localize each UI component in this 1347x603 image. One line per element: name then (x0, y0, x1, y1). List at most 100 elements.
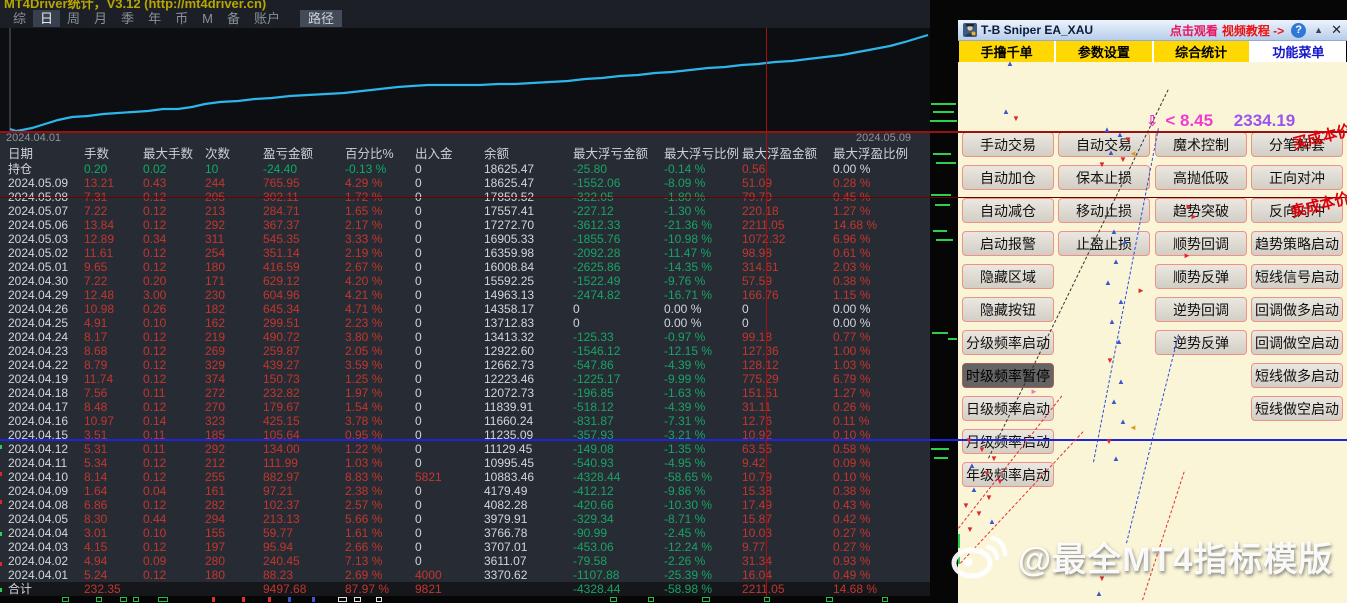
price-level-dash (930, 120, 957, 122)
column-header: 次数 (205, 147, 230, 161)
ea-button-r8c3[interactable]: 短线做空启动 (1251, 396, 1343, 421)
table-cell: -1855.76 (573, 232, 620, 246)
table-cell: 1.61 % (345, 526, 382, 540)
tab-1[interactable]: 参数设置 (1056, 41, 1151, 62)
table-row: 2024.05.077.220.12213284.711.65 %017557.… (0, 204, 930, 218)
candle-sliver (120, 597, 127, 602)
ea-button-r0c2[interactable]: 魔术控制 (1155, 132, 1247, 157)
price-down-arrow-icon: ⇩ (1146, 113, 1159, 130)
table-cell: 0.12 (143, 400, 166, 414)
menu-item-6[interactable]: 币 (168, 10, 195, 27)
ea-button-r5c2[interactable]: 逆势回调 (1155, 297, 1247, 322)
video-tutorial-link[interactable]: 视频教程 -> (1222, 22, 1284, 39)
table-cell: 2024.05.07 (8, 204, 68, 218)
table-cell: 0.12 (143, 260, 166, 274)
menu-item-4[interactable]: 季 (114, 10, 141, 27)
table-cell: 439.27 (263, 358, 300, 372)
column-header: 盈亏金额 (263, 147, 313, 161)
ea-button-r5c3[interactable]: 回调做多启动 (1251, 297, 1343, 322)
ea-button-r4c0[interactable]: 隐藏区域 (962, 264, 1054, 289)
close-icon[interactable]: ✕ (1331, 22, 1342, 38)
table-cell: 0 (742, 316, 749, 330)
table-cell: 0 (415, 414, 422, 428)
trade-arrow-icon: ► (1190, 213, 1198, 221)
table-cell: 150.73 (263, 372, 300, 386)
menu-item-0[interactable]: 综 (6, 10, 33, 27)
table-cell: -1.35 % (664, 442, 705, 456)
table-cell: 51.09 (742, 176, 772, 190)
ea-button-r3c0[interactable]: 启动报警 (962, 231, 1054, 256)
table-cell: 99.18 (742, 330, 772, 344)
path-button[interactable]: 路径 (300, 10, 342, 27)
table-cell: 18625.47 (484, 162, 534, 176)
equity-curve (0, 28, 930, 132)
table-cell: -125.33 (573, 330, 614, 344)
table-cell: 3.33 % (345, 232, 382, 246)
table-cell: -14.35 % (664, 260, 712, 274)
table-cell: 416.59 (263, 260, 300, 274)
ea-button-r6c3[interactable]: 回调做空启动 (1251, 330, 1343, 355)
table-cell: 12.48 (84, 288, 114, 302)
menu-item-8[interactable]: 备 (220, 10, 247, 27)
ea-button-r1c3[interactable]: 正向对冲 (1251, 165, 1343, 190)
trade-arrow-icon: ► (1185, 203, 1193, 211)
tab-2[interactable]: 综合统计 (1154, 41, 1249, 62)
ea-button-r2c2[interactable]: 趋势突破 (1155, 198, 1247, 223)
table-cell: -1225.17 (573, 372, 620, 386)
menu-item-2[interactable]: 周 (60, 10, 87, 27)
table-cell: 9497.68 (263, 582, 306, 596)
table-cell: 0.12 (143, 568, 166, 582)
ea-button-r3c2[interactable]: 顺势回调 (1155, 231, 1247, 256)
chart-edge-mark (0, 588, 2, 592)
menu-item-1[interactable]: 日 (33, 10, 60, 27)
table-cell: 16359.98 (484, 246, 534, 260)
ea-button-r6c2[interactable]: 逆势反弹 (1155, 330, 1247, 355)
ea-button-r1c2[interactable]: 高抛低吸 (1155, 165, 1247, 190)
ea-button-r7c3[interactable]: 短线做多启动 (1251, 363, 1343, 388)
equity-curve-line (10, 35, 928, 131)
menu-item-9[interactable]: 账户 (247, 10, 287, 27)
tab-3[interactable]: 功能菜单 (1251, 41, 1346, 62)
ea-button-r4c2[interactable]: 顺势反弹 (1155, 264, 1247, 289)
table-cell: 0.20 (84, 162, 107, 176)
trade-arrow-icon: ▲ (968, 462, 976, 470)
ea-button-r0c0[interactable]: 手动交易 (962, 132, 1054, 157)
table-cell: 0.49 % (833, 568, 870, 582)
ea-button-r4c3[interactable]: 短线信号启动 (1251, 264, 1343, 289)
table-cell: 2.23 % (345, 316, 382, 330)
table-cell: 230 (205, 288, 225, 302)
table-cell: 259.87 (263, 344, 300, 358)
table-cell: 367.37 (263, 218, 300, 232)
table-cell: 3.00 (143, 288, 166, 302)
table-cell: 0 (415, 372, 422, 386)
ea-button-r2c0[interactable]: 自动减仓 (962, 198, 1054, 223)
ea-button-r9c0[interactable]: 月级频率启动 (962, 429, 1054, 454)
menu-item-7[interactable]: M (195, 10, 220, 27)
table-cell: -1107.88 (573, 568, 619, 582)
ea-button-r1c0[interactable]: 自动加仓 (962, 165, 1054, 190)
table-cell: 9821 (415, 582, 442, 596)
table-header-row: 日期手数最大手数次数盈亏金额百分比%出入金余额最大浮亏金额最大浮亏比例最大浮盈金… (0, 147, 930, 161)
ea-button-r5c0[interactable]: 隐藏按钮 (962, 297, 1054, 322)
table-cell: 604.96 (263, 288, 300, 302)
table-cell: 2.03 % (833, 260, 870, 274)
table-cell: 0.43 (143, 176, 166, 190)
trade-arrow-icon: ► (1137, 287, 1145, 295)
table-cell: 4082.28 (484, 498, 527, 512)
table-cell: -8.71 % (664, 512, 705, 526)
panel-top-gap (958, 0, 1347, 20)
ea-titlebar[interactable]: T-B Sniper EA_XAU 点击观看 视频教程 -> ? ▲ ✕ (958, 20, 1347, 41)
menu-item-3[interactable]: 月 (87, 10, 114, 27)
table-cell: 15.87 (742, 512, 772, 526)
table-cell: -1522.49 (573, 274, 620, 288)
table-cell: 13712.83 (484, 316, 534, 330)
collapse-icon[interactable]: ▲ (1314, 25, 1323, 35)
ea-button-r7c0[interactable]: 时级频率暂停 (962, 363, 1054, 388)
table-cell: 0 (742, 302, 749, 316)
help-icon[interactable]: ? (1291, 23, 1306, 38)
table-cell: 2024.05.02 (8, 246, 68, 260)
trade-arrow-icon: ▲ (1006, 60, 1014, 68)
ea-button-r3c3[interactable]: 趋势策略启动 (1251, 231, 1343, 256)
menu-item-5[interactable]: 年 (141, 10, 168, 27)
table-cell: -2.26 % (664, 554, 705, 568)
